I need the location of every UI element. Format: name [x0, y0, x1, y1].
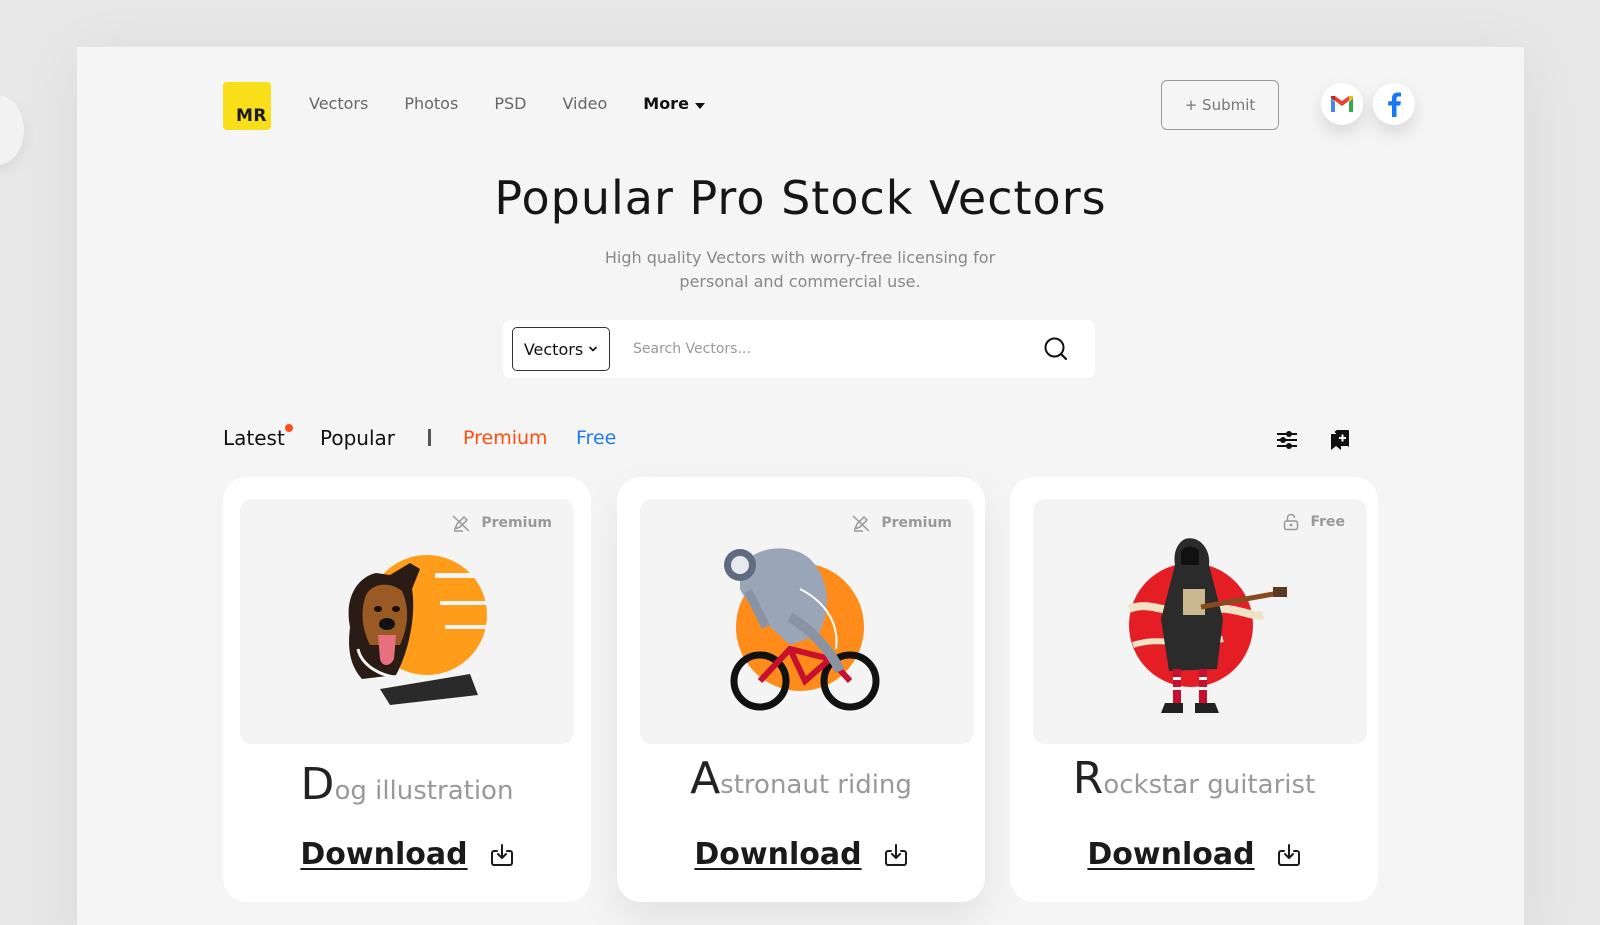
edge-decoration — [0, 95, 24, 165]
facebook-icon — [1388, 92, 1401, 117]
card-title-initial: R — [1072, 753, 1104, 804]
card-title[interactable]: Astronaut riding — [617, 753, 985, 804]
tab-popular[interactable]: Popular — [320, 425, 395, 451]
search-input[interactable] — [633, 334, 1013, 364]
sliders-icon — [1277, 431, 1297, 449]
nav-video[interactable]: Video — [562, 93, 607, 115]
download-button[interactable]: Download — [223, 837, 591, 872]
filter-settings-button[interactable] — [1273, 426, 1301, 454]
main-nav: Vectors Photos PSD Video More — [309, 93, 705, 115]
gmail-button[interactable] — [1321, 83, 1363, 125]
card-thumbnail[interactable]: Premium — [640, 499, 974, 744]
page-subtitle: High quality Vectors with worry-free lic… — [604, 248, 996, 291]
download-label: Download — [694, 837, 862, 872]
card-title-initial: D — [300, 759, 335, 810]
card-thumbnail[interactable]: Premium — [240, 499, 574, 744]
download-icon — [1277, 843, 1300, 866]
download-label: Download — [300, 837, 468, 872]
card-title[interactable]: Dog illustration — [223, 759, 591, 810]
dog-illustration-image — [348, 555, 495, 705]
search-category-value: Vectors — [523, 339, 584, 359]
search-icon — [1044, 337, 1068, 361]
facebook-button[interactable] — [1373, 83, 1415, 125]
nav-photos[interactable]: Photos — [404, 93, 458, 115]
page-frame: MR Vectors Photos PSD Video More + Submi… — [77, 47, 1524, 925]
download-icon — [490, 843, 513, 866]
card-title[interactable]: Rockstar guitarist — [1010, 753, 1378, 804]
nav-more-dropdown[interactable]: More — [643, 93, 705, 115]
new-indicator-dot — [284, 424, 293, 432]
nav-psd[interactable]: PSD — [494, 93, 526, 115]
tab-premium[interactable]: Premium — [463, 425, 548, 451]
collections-button[interactable] — [1327, 426, 1355, 454]
download-icon — [884, 843, 907, 866]
logo-text: MR — [235, 106, 267, 126]
bookmark-add-icon — [1331, 430, 1349, 450]
submit-button[interactable]: + Submit — [1161, 80, 1279, 130]
search-bar: Vectors — [503, 320, 1095, 378]
card-title-rest: ockstar guitarist — [1103, 770, 1316, 800]
rockstar-guitarist-image — [1127, 538, 1287, 713]
chevron-down-icon — [589, 346, 598, 352]
download-button[interactable]: Download — [1010, 837, 1378, 872]
tab-latest[interactable]: Latest — [223, 424, 293, 451]
card-thumbnail[interactable]: Free — [1033, 499, 1367, 744]
tab-free[interactable]: Free — [576, 425, 616, 451]
search-button[interactable] — [1043, 336, 1069, 366]
page-title: Popular Pro Stock Vectors — [494, 171, 1107, 225]
gmail-icon — [1331, 96, 1353, 112]
vector-card[interactable]: Premium Astronaut riding Download — [617, 477, 985, 902]
card-title-initial: A — [690, 753, 721, 804]
logo[interactable]: MR — [223, 82, 271, 130]
caret-down-icon — [694, 103, 705, 109]
download-button[interactable]: Download — [617, 837, 985, 872]
card-title-rest: stronaut riding — [720, 770, 912, 800]
astronaut-riding-image — [724, 548, 880, 711]
vector-card[interactable]: Premium Dog illustration Download — [223, 477, 591, 902]
tab-separator — [428, 429, 431, 446]
vector-card[interactable]: Free Rockstar guitarist Download — [1010, 477, 1378, 902]
card-title-rest: og illustration — [334, 776, 514, 806]
download-label: Download — [1087, 837, 1255, 872]
search-category-select[interactable]: Vectors — [512, 327, 610, 371]
nav-more-label: More — [643, 94, 689, 113]
tab-latest-label: Latest — [223, 426, 285, 450]
nav-vectors[interactable]: Vectors — [309, 93, 368, 115]
